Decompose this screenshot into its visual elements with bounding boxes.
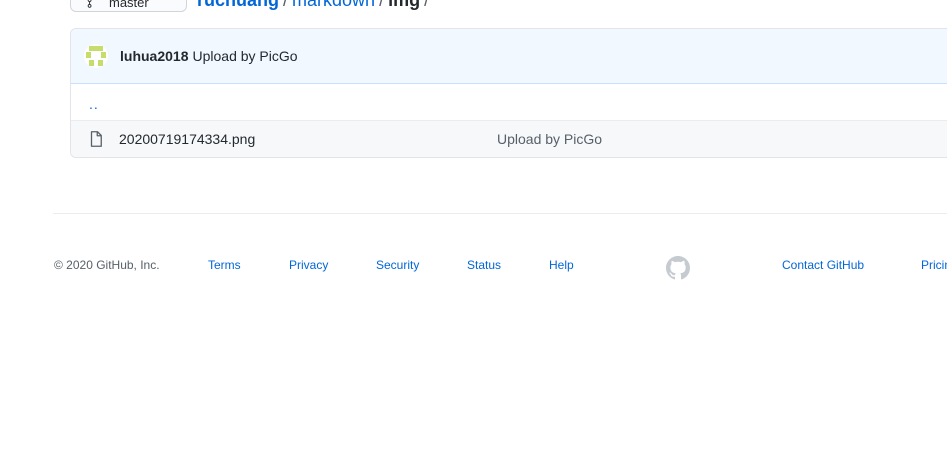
breadcrumb-separator: / (379, 0, 385, 10)
footer-link-pricing[interactable]: Pricing (921, 258, 947, 272)
table-row[interactable]: 20200719174334.png Upload by PicGo (71, 120, 947, 157)
file-name-link[interactable]: 20200719174334.png (119, 131, 497, 147)
footer-link-security[interactable]: Security (376, 258, 419, 272)
parent-directory-row[interactable]: .. (71, 84, 947, 120)
breadcrumb-separator: / (283, 0, 289, 10)
avatar[interactable] (84, 44, 108, 68)
latest-commit-bar: luhua2018 Upload by PicGo (71, 29, 947, 84)
breadcrumb-repo-link[interactable]: ruchuang (197, 0, 279, 10)
parent-directory-link[interactable]: .. (89, 96, 99, 112)
footer-link-status[interactable]: Status (467, 258, 501, 272)
breadcrumb-current: img (388, 0, 421, 10)
footer-link-terms[interactable]: Terms (208, 258, 241, 272)
file-listing: luhua2018 Upload by PicGo .. 20200719174… (70, 28, 947, 158)
branch-icon (87, 0, 92, 8)
footer-link-privacy[interactable]: Privacy (289, 258, 328, 272)
file-commit-message-link[interactable]: Upload by PicGo (497, 131, 602, 147)
github-mark-icon[interactable] (666, 256, 690, 280)
branch-select-button[interactable]: master (70, 0, 187, 12)
breadcrumb-folder-link[interactable]: markdown (292, 0, 375, 10)
breadcrumb-separator: / (424, 0, 430, 10)
branch-name: master (109, 0, 149, 10)
commit-author-link[interactable]: luhua2018 (120, 48, 188, 64)
footer-copyright: © 2020 GitHub, Inc. (54, 258, 160, 272)
avatar-image (84, 44, 108, 68)
commit-message-link[interactable]: Upload by PicGo (192, 48, 297, 64)
site-footer: © 2020 GitHub, Inc. Terms Privacy Securi… (0, 256, 947, 280)
footer-divider (53, 213, 947, 214)
breadcrumb: ruchuang / markdown / img / (197, 0, 433, 10)
file-icon (90, 131, 102, 147)
footer-link-contact[interactable]: Contact GitHub (782, 258, 864, 272)
footer-link-help[interactable]: Help (549, 258, 574, 272)
